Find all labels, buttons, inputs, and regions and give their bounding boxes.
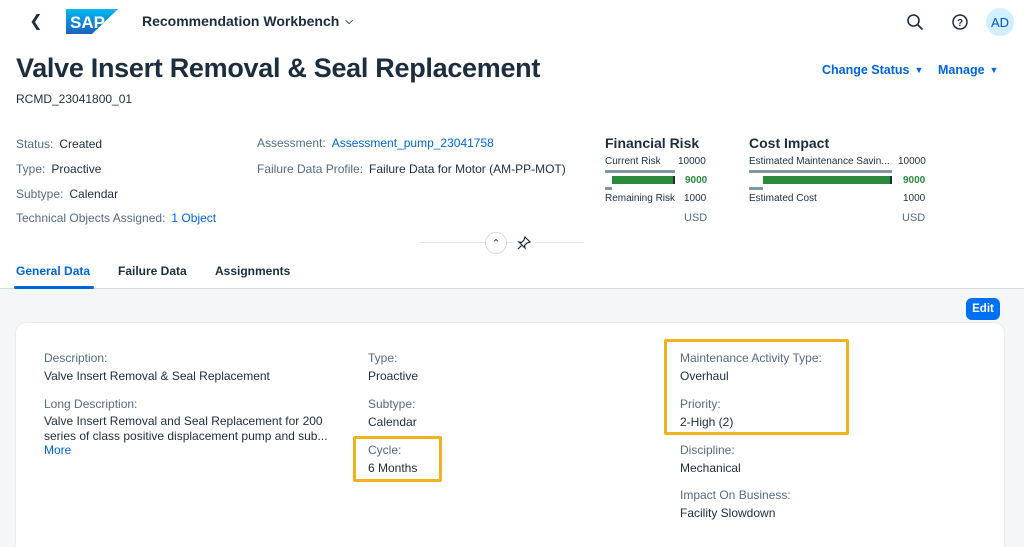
edit-button[interactable]: Edit: [966, 298, 1000, 320]
cost-difference-value: 9000: [903, 175, 926, 186]
assessment-label: Assessment:: [257, 136, 326, 150]
cycle-highlight: [353, 436, 442, 482]
cost-impact-title: Cost Impact: [749, 135, 830, 151]
current-risk-line: [605, 170, 675, 173]
impact-on-business-label: Impact On Business:: [680, 488, 791, 502]
status-value: Created: [59, 137, 103, 151]
sap-logo[interactable]: SAP: [66, 9, 118, 34]
technical-objects-attribute: Technical Objects Assigned: 1 Object: [16, 211, 216, 225]
svg-text:?: ?: [957, 18, 963, 29]
remaining-risk-label: Remaining Risk: [605, 193, 676, 204]
long-description-field: Long Description:: [44, 397, 137, 415]
failure-data-profile-attribute: Failure Data Profile: Failure Data for Mo…: [257, 162, 566, 176]
discipline-label: Discipline:: [680, 443, 735, 457]
tab-general-data[interactable]: General Data: [16, 264, 90, 278]
description-field: Description: Valve Insert Removal & Seal…: [44, 351, 270, 383]
impact-on-business-field: Impact On Business: Facility Slowdown: [680, 488, 791, 520]
type-attribute: Type: Proactive: [16, 162, 101, 176]
manage-button[interactable]: Manage ▼: [938, 63, 998, 77]
assessment-attribute: Assessment: Assessment_pump_23041758: [257, 136, 494, 150]
estimated-cost-value: 1000: [903, 193, 926, 204]
assessment-link[interactable]: Assessment_pump_23041758: [332, 136, 494, 150]
app-title: Recommendation Workbench: [142, 13, 340, 29]
risk-difference-bar: [612, 176, 675, 184]
technical-objects-link[interactable]: 1 Object: [171, 211, 216, 225]
estimated-cost-label: Estimated Cost: [749, 193, 817, 204]
page-title: Valve Insert Removal & Seal Replacement: [16, 53, 541, 83]
back-icon[interactable]: ❮: [26, 12, 46, 32]
tab-assignments[interactable]: Assignments: [215, 264, 290, 278]
cost-impact-currency: USD: [902, 212, 926, 224]
subtype-label: Subtype:: [368, 397, 416, 411]
description-value: Valve Insert Removal & Seal Replacement: [44, 369, 270, 383]
search-icon[interactable]: [905, 12, 925, 32]
maintenance-savings-label: Estimated Maintenance Savin...: [749, 156, 890, 167]
current-risk-label: Current Risk: [605, 156, 661, 167]
manage-label: Manage: [938, 63, 985, 77]
remaining-risk-line: [605, 187, 612, 190]
type-field: Type: Proactive: [368, 351, 418, 383]
financial-risk-currency: USD: [684, 212, 708, 224]
current-risk-value: 10000: [678, 156, 706, 167]
chevron-down-icon: ⌵: [345, 15, 353, 27]
cost-difference-bar: [763, 176, 892, 184]
chevron-down-icon: ▼: [914, 65, 924, 75]
failure-data-profile-label: Failure Data Profile:: [257, 162, 364, 176]
type-label: Type:: [16, 162, 46, 176]
type-label: Type:: [368, 351, 398, 365]
risk-difference-value: 9000: [685, 175, 708, 186]
failure-data-profile-value: Failure Data for Motor (AM-PP-MOT): [369, 162, 566, 176]
pin-header-button[interactable]: [513, 232, 535, 254]
activity-priority-highlight: [664, 339, 849, 435]
discipline-field: Discipline: Mechanical: [680, 443, 741, 475]
chevron-down-icon: ▼: [989, 65, 999, 75]
status-label: Status:: [16, 137, 54, 151]
financial-risk-title: Financial Risk: [605, 135, 700, 151]
long-description-value: Valve Insert Removal and Seal Replacemen…: [44, 414, 328, 443]
help-icon[interactable]: ?: [950, 12, 970, 32]
recommendation-id: RCMD_23041800_01: [16, 92, 133, 106]
shell-bar: ❮ SAP Recommendation Workbench ⌵ ? AD: [0, 0, 1024, 44]
technical-objects-label: Technical Objects Assigned:: [16, 211, 166, 225]
subtype-field: Subtype: Calendar: [368, 397, 417, 429]
app-title-menu[interactable]: Recommendation Workbench ⌵: [142, 13, 353, 29]
status-attribute: Status: Created: [16, 137, 102, 151]
savings-line: [749, 170, 892, 173]
subtype-label: Subtype:: [16, 187, 64, 201]
long-description-label: Long Description:: [44, 397, 138, 411]
impact-on-business-value: Facility Slowdown: [680, 506, 776, 520]
change-status-button[interactable]: Change Status ▼: [822, 63, 923, 77]
subtype-attribute: Subtype: Calendar: [16, 187, 118, 201]
change-status-label: Change Status: [822, 63, 910, 77]
chevron-up-icon: ⌃: [491, 237, 501, 250]
collapse-header-button[interactable]: ⌃: [485, 232, 507, 254]
remaining-risk-value: 1000: [684, 193, 707, 204]
subtype-value: Calendar: [69, 187, 119, 201]
estimated-cost-line: [749, 187, 763, 190]
tab-failure-data[interactable]: Failure Data: [118, 264, 187, 278]
avatar[interactable]: AD: [986, 8, 1014, 36]
description-label: Description:: [44, 351, 108, 365]
type-value: Proactive: [368, 369, 419, 383]
tab-bar: General Data Failure Data Assignments: [0, 256, 1024, 289]
discipline-value: Mechanical: [680, 461, 741, 475]
type-value: Proactive: [51, 162, 102, 176]
pin-icon: [517, 236, 531, 250]
subtype-value: Calendar: [368, 415, 417, 429]
maintenance-savings-value: 10000: [898, 156, 926, 167]
svg-text:SAP: SAP: [70, 13, 105, 32]
more-link[interactable]: More: [44, 443, 71, 457]
